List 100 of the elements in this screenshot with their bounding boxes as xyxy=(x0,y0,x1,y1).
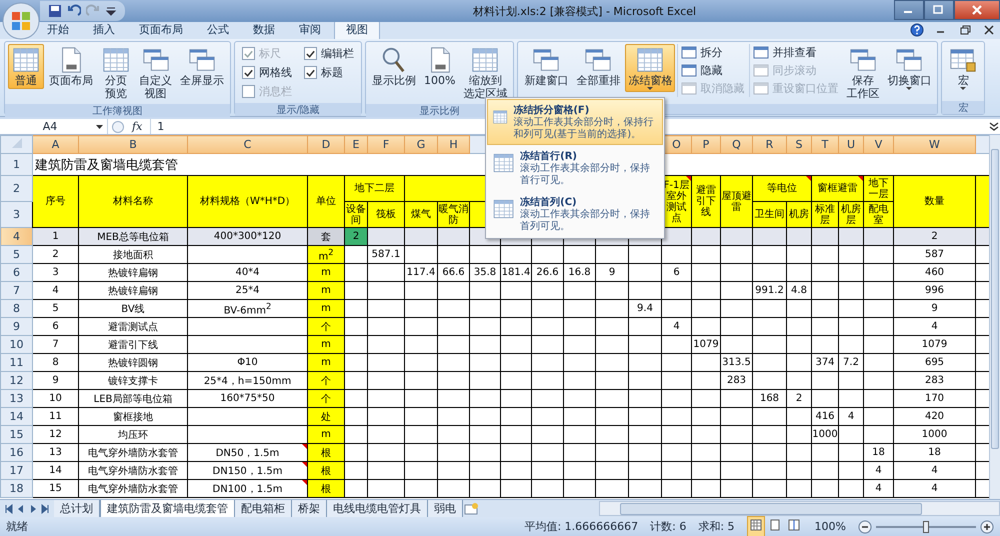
table-cell[interactable] xyxy=(864,228,894,246)
table-cell[interactable]: 170 xyxy=(894,390,976,408)
table-cell[interactable]: 996 xyxy=(894,282,976,300)
new-sheet-icon[interactable] xyxy=(463,502,479,516)
view-button[interactable] xyxy=(746,516,765,536)
ribbon-tab[interactable]: 插入 xyxy=(82,21,126,39)
table-cell[interactable]: 4 xyxy=(32,282,78,300)
table-cell[interactable]: 4 xyxy=(894,480,976,498)
column-header[interactable]: U xyxy=(838,136,864,154)
row-header[interactable]: 13 xyxy=(0,390,32,408)
sheet-tab[interactable]: 总计划 xyxy=(54,500,100,517)
row-header[interactable]: 2 xyxy=(0,176,32,202)
ribbon-tab[interactable]: 数据 xyxy=(242,21,286,39)
sheet-tab[interactable]: 建筑防雷及窗墙电缆套管 xyxy=(100,500,235,518)
table-cell[interactable]: 587.1 xyxy=(368,246,404,264)
row-header[interactable]: 9 xyxy=(0,318,32,336)
table-cell[interactable] xyxy=(720,228,752,246)
table-cell[interactable]: 416 xyxy=(812,408,838,426)
ribbon-button[interactable]: 切换窗口 xyxy=(884,44,934,92)
table-cell[interactable]: 9 xyxy=(32,372,78,390)
table-cell[interactable]: 个 xyxy=(308,318,344,336)
row-header[interactable]: 10 xyxy=(0,336,32,354)
table-cell[interactable]: 10 xyxy=(32,390,78,408)
table-cell[interactable]: 695 xyxy=(894,354,976,372)
column-header[interactable]: T xyxy=(812,136,838,154)
table-cell[interactable]: m$^{2}$ xyxy=(308,246,344,264)
table-cell[interactable]: 9 xyxy=(894,300,976,318)
table-cell[interactable]: 避雷测试点 xyxy=(78,318,188,336)
ribbon-button[interactable]: 保存工作区 xyxy=(843,44,882,102)
column-header[interactable]: A xyxy=(32,136,78,154)
checkbox[interactable]: 标题 xyxy=(304,65,354,80)
horizontal-scrollbar[interactable] xyxy=(599,501,1000,516)
table-cell[interactable]: 均压环 xyxy=(78,426,188,444)
checkbox[interactable]: 网格线 xyxy=(242,65,292,80)
table-cell[interactable]: 热镀锌圆钢 xyxy=(78,354,188,372)
table-cell[interactable] xyxy=(404,228,438,246)
table-cell[interactable]: 374 xyxy=(812,354,838,372)
menu-item[interactable]: 冻结首列(C) 滚动工作表其余部分时，保持首列可见。 xyxy=(487,191,663,237)
table-cell[interactable]: 根 xyxy=(308,444,344,462)
table-cell[interactable]: 18 xyxy=(894,444,976,462)
table-cell[interactable]: 1000 xyxy=(894,426,976,444)
table-cell[interactable]: 15 xyxy=(32,480,78,498)
table-cell[interactable]: 避雷引下线 xyxy=(78,336,188,354)
table-cell[interactable]: 套 xyxy=(308,228,344,246)
table-cell[interactable]: 根 xyxy=(308,480,344,498)
help-icon[interactable] xyxy=(910,23,924,37)
table-cell[interactable]: 991.2 xyxy=(752,282,786,300)
ribbon-tab[interactable]: 公式 xyxy=(196,21,240,39)
zoom-slider-thumb[interactable] xyxy=(923,520,929,532)
column-header[interactable]: F xyxy=(368,136,404,154)
ribbon-button[interactable]: 隐藏 xyxy=(681,62,744,79)
row-header[interactable]: 4 xyxy=(0,228,32,246)
row-header[interactable]: 17 xyxy=(0,462,32,480)
column-header[interactable]: G xyxy=(404,136,438,154)
table-cell[interactable]: 2 xyxy=(32,246,78,264)
menu-item[interactable]: 冻结拆分窗格(F) 滚动工作表其余部分时，保持行和列可见(基于当前的选择)。 xyxy=(487,99,663,145)
table-cell[interactable]: 25*4，h=150mm xyxy=(188,372,308,390)
ribbon-button[interactable]: 冻结窗格 xyxy=(625,44,676,92)
table-cell[interactable]: 1 xyxy=(32,228,78,246)
ribbon-tab[interactable]: 开始 xyxy=(36,21,80,39)
row-header[interactable]: 18 xyxy=(0,480,32,498)
ribbon-tab[interactable]: 审阅 xyxy=(288,21,332,39)
ribbon-button[interactable]: 拆分 xyxy=(681,44,744,61)
restore-icon[interactable] xyxy=(958,23,972,37)
zoom-out-button[interactable] xyxy=(858,520,872,534)
table-cell[interactable]: 接地面积 xyxy=(78,246,188,264)
table-cell[interactable]: BV-6mm$^{2}$ xyxy=(188,300,308,318)
scroll-arrow-icon[interactable] xyxy=(4,504,14,514)
row-header[interactable]: 14 xyxy=(0,408,32,426)
table-cell[interactable]: 1079 xyxy=(692,336,720,354)
table-cell[interactable]: 11 xyxy=(32,408,78,426)
row-header[interactable]: 15 xyxy=(0,426,32,444)
table-cell[interactable] xyxy=(692,228,720,246)
table-cell[interactable]: 400*300*120 xyxy=(188,228,308,246)
column-header[interactable]: S xyxy=(786,136,812,154)
ribbon-button[interactable]: 全屏显示 xyxy=(177,44,227,89)
row-header[interactable]: 8 xyxy=(0,300,32,318)
ribbon-button[interactable]: 新建窗口 xyxy=(521,44,572,89)
row-header[interactable]: 3 xyxy=(0,202,32,228)
table-cell[interactable]: 4 xyxy=(894,462,976,480)
save-icon[interactable] xyxy=(48,4,62,18)
table-cell[interactable]: 283 xyxy=(720,372,752,390)
column-header[interactable]: P xyxy=(692,136,720,154)
table-cell[interactable]: 2 xyxy=(786,390,812,408)
insert-function-button[interactable]: fx xyxy=(128,120,146,133)
table-cell[interactable]: 热镀锌扁钢 xyxy=(78,264,188,282)
table-cell[interactable]: 14 xyxy=(32,462,78,480)
table-cell[interactable]: BV线 xyxy=(78,300,188,318)
table-cell[interactable]: 7 xyxy=(32,336,78,354)
ribbon-button[interactable]: 页面布局 xyxy=(46,44,96,89)
table-cell[interactable]: 587 xyxy=(894,246,976,264)
scroll-arrow-icon[interactable] xyxy=(40,504,50,514)
table-cell[interactable]: 18 xyxy=(864,444,894,462)
sheet-tab[interactable]: 桥架 xyxy=(292,500,327,517)
formula-value[interactable]: 1 xyxy=(157,120,164,133)
ribbon-button[interactable]: 并排查看 xyxy=(753,44,838,61)
table-cell[interactable] xyxy=(438,228,470,246)
column-header[interactable]: D xyxy=(308,136,344,154)
table-cell[interactable]: 9 xyxy=(596,264,628,282)
row-header[interactable]: 11 xyxy=(0,354,32,372)
